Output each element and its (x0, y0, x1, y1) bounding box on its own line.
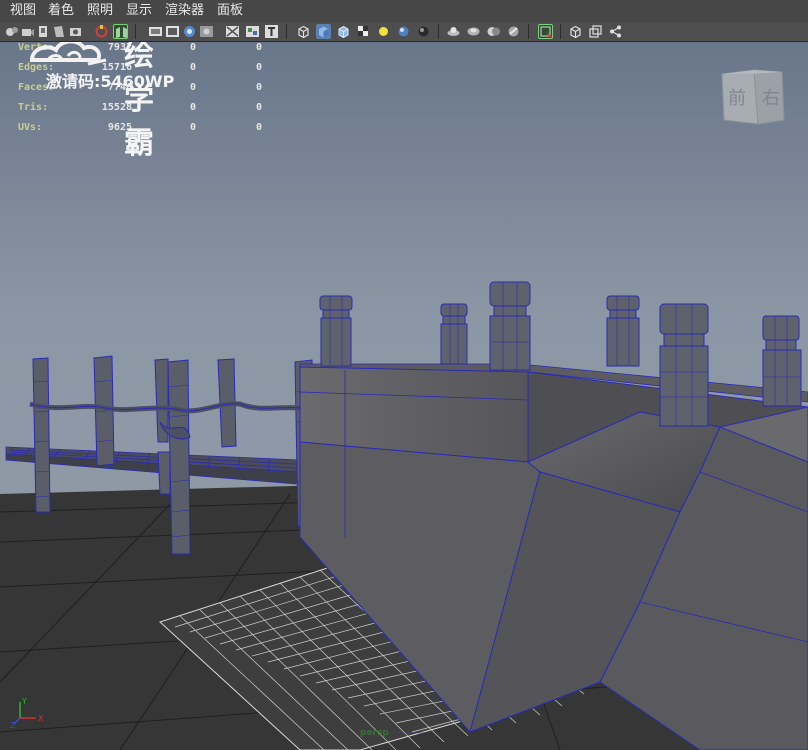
camera-name-label: persp (360, 728, 389, 738)
wireframe-on-shaded-icon[interactable] (336, 24, 351, 39)
grid-icon[interactable] (113, 24, 128, 39)
textured-icon[interactable] (356, 24, 371, 39)
axis-y-label: Y (21, 697, 27, 706)
watermark-brand: 绘学霸 (124, 42, 155, 161)
backface-culling-icon[interactable] (568, 24, 583, 39)
text-icon[interactable] (264, 24, 279, 39)
view-cube-front-label[interactable]: 前 (728, 84, 746, 110)
camera-suffix-label: -------- (398, 728, 424, 738)
hud-label-uvs: UVs: (18, 122, 43, 133)
frame-all-icon[interactable] (94, 24, 109, 39)
bookmark-icon[interactable] (36, 24, 51, 39)
anti-alias-icon[interactable] (466, 24, 481, 39)
snapshot-icon[interactable] (68, 24, 83, 39)
image-plane-icon[interactable] (52, 24, 67, 39)
view-cube[interactable]: 前 右 (718, 68, 800, 128)
hud-uvs-total: 9625 (107, 122, 132, 133)
select-camera-icon[interactable] (4, 24, 19, 39)
axis-z-label: Z (10, 721, 16, 728)
film-gate-icon[interactable] (148, 24, 163, 39)
use-all-lights-icon[interactable] (376, 24, 391, 39)
smooth-shade-icon[interactable] (316, 24, 331, 39)
xray-joints-box-icon[interactable] (225, 24, 240, 39)
depth-of-field-icon[interactable] (486, 24, 501, 39)
scene-render (0, 42, 808, 750)
watermark-invite-code: 激请码:5460WP (46, 72, 175, 91)
menu-lighting[interactable]: 照明 (87, 3, 113, 19)
field-chart-icon[interactable] (199, 24, 214, 39)
hud-edges-other: 0 (255, 62, 262, 73)
resolution-gate-icon[interactable] (165, 24, 180, 39)
xray-icon[interactable] (538, 24, 553, 39)
hud-verts-other: 0 (255, 42, 262, 53)
axis-x-label: X (38, 714, 44, 723)
hud-label-tris: Tris: (18, 102, 49, 113)
menu-shading[interactable]: 着色 (48, 3, 74, 19)
camera-attributes-icon[interactable] (20, 24, 35, 39)
perspective-viewport[interactable]: Verts: 7932 0 0 Edges: 15716 0 0 Faces: … (0, 42, 808, 750)
hud-uvs-other: 0 (255, 122, 262, 133)
view-cube-right-label[interactable]: 右 (762, 84, 780, 110)
ambient-occlusion-icon[interactable] (416, 24, 431, 39)
hud-tris-total: 15528 (101, 102, 132, 113)
menu-bar: 视图 着色 照明 显示 渲染器 面板 (0, 0, 808, 23)
smooth-wireframe-icon[interactable] (588, 24, 603, 39)
isolate-select-icon[interactable] (506, 24, 521, 39)
axis-gizmo: X Y Z (10, 696, 50, 730)
wireframe-icon[interactable] (296, 24, 311, 39)
safe-title-icon[interactable] (245, 24, 260, 39)
hud-faces-other: 0 (255, 82, 262, 93)
safe-action-icon[interactable] (182, 24, 197, 39)
motion-blur-icon[interactable] (446, 24, 461, 39)
menu-view[interactable]: 视图 (10, 3, 36, 19)
menu-panels[interactable]: 面板 (217, 3, 243, 19)
hud-tris-other: 0 (255, 102, 262, 113)
shadows-icon[interactable] (396, 24, 411, 39)
menu-show[interactable]: 显示 (126, 3, 152, 19)
share-hierarchy-icon[interactable] (608, 24, 623, 39)
menu-renderer[interactable]: 渲染器 (165, 3, 204, 19)
panel-toolbar (0, 22, 808, 42)
